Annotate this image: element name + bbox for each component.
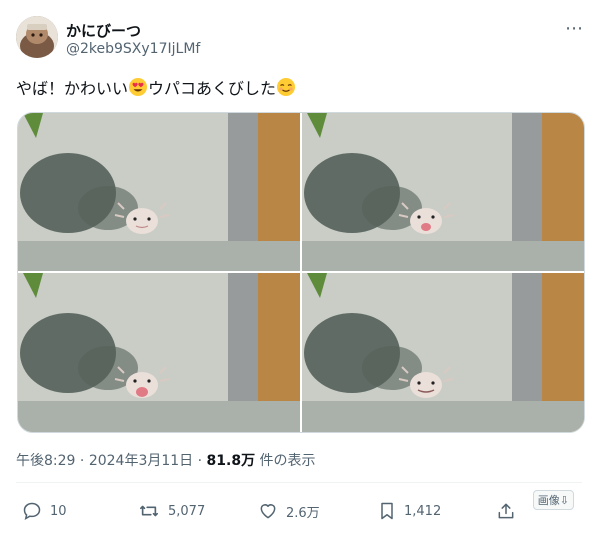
reply-button[interactable]: 10 — [22, 497, 67, 525]
share-button[interactable] — [496, 497, 524, 525]
meta-separator: · — [193, 453, 207, 469]
bookmark-button[interactable]: 1,412 — [378, 497, 441, 525]
view-label: 件の表示 — [255, 453, 316, 469]
retweet-button[interactable]: 5,077 — [138, 497, 205, 525]
bookmark-count: 1,412 — [404, 503, 442, 519]
like-button[interactable]: 2.6万 — [258, 497, 320, 525]
tweet-meta: 午後8:29 · 2024年3月11日 · 81.8万 件の表示 — [16, 450, 316, 470]
action-bar: 10 5,077 2.6万 1,412 — [0, 497, 598, 525]
more-horizontal-icon[interactable]: ⋯ — [565, 18, 584, 39]
bookmark-icon — [381, 502, 393, 520]
tweet-card: かにびーつ @2keb9SXy17IjLMf ⋯ やば！かわいい ウパコあくびした — [0, 0, 598, 535]
avatar[interactable] — [16, 16, 58, 58]
view-count: 81.8万 — [206, 453, 256, 469]
heart-icon — [260, 504, 276, 519]
retweet-count: 5,077 — [168, 503, 206, 519]
like-count: 2.6万 — [286, 505, 320, 521]
share-icon — [498, 503, 514, 519]
divider — [16, 482, 582, 483]
tweet-text-part2: ウパコあくびした — [148, 79, 277, 98]
display-name[interactable]: かにびーつ — [66, 20, 141, 41]
photo-3[interactable] — [18, 273, 300, 432]
reply-icon — [23, 502, 41, 521]
reply-count: 10 — [50, 503, 67, 519]
heart-eyes-emoji-icon — [128, 77, 148, 103]
tweet-time[interactable]: 午後8:29 — [16, 453, 75, 469]
photo-2[interactable] — [302, 113, 584, 271]
tweet-text: やば！かわいい ウパコあくびした — [16, 77, 296, 103]
tweet-text-part1: やば！かわいい — [16, 79, 129, 98]
photo-1[interactable] — [18, 113, 300, 271]
photo-grid — [17, 112, 585, 433]
tweet-date[interactable]: 2024年3月11日 — [89, 453, 193, 469]
meta-separator: · — [75, 453, 89, 469]
user-handle[interactable]: @2keb9SXy17IjLMf — [66, 41, 200, 57]
relieved-face-emoji-icon — [276, 77, 296, 103]
photo-4[interactable] — [302, 273, 584, 432]
retweet-icon — [140, 505, 158, 517]
